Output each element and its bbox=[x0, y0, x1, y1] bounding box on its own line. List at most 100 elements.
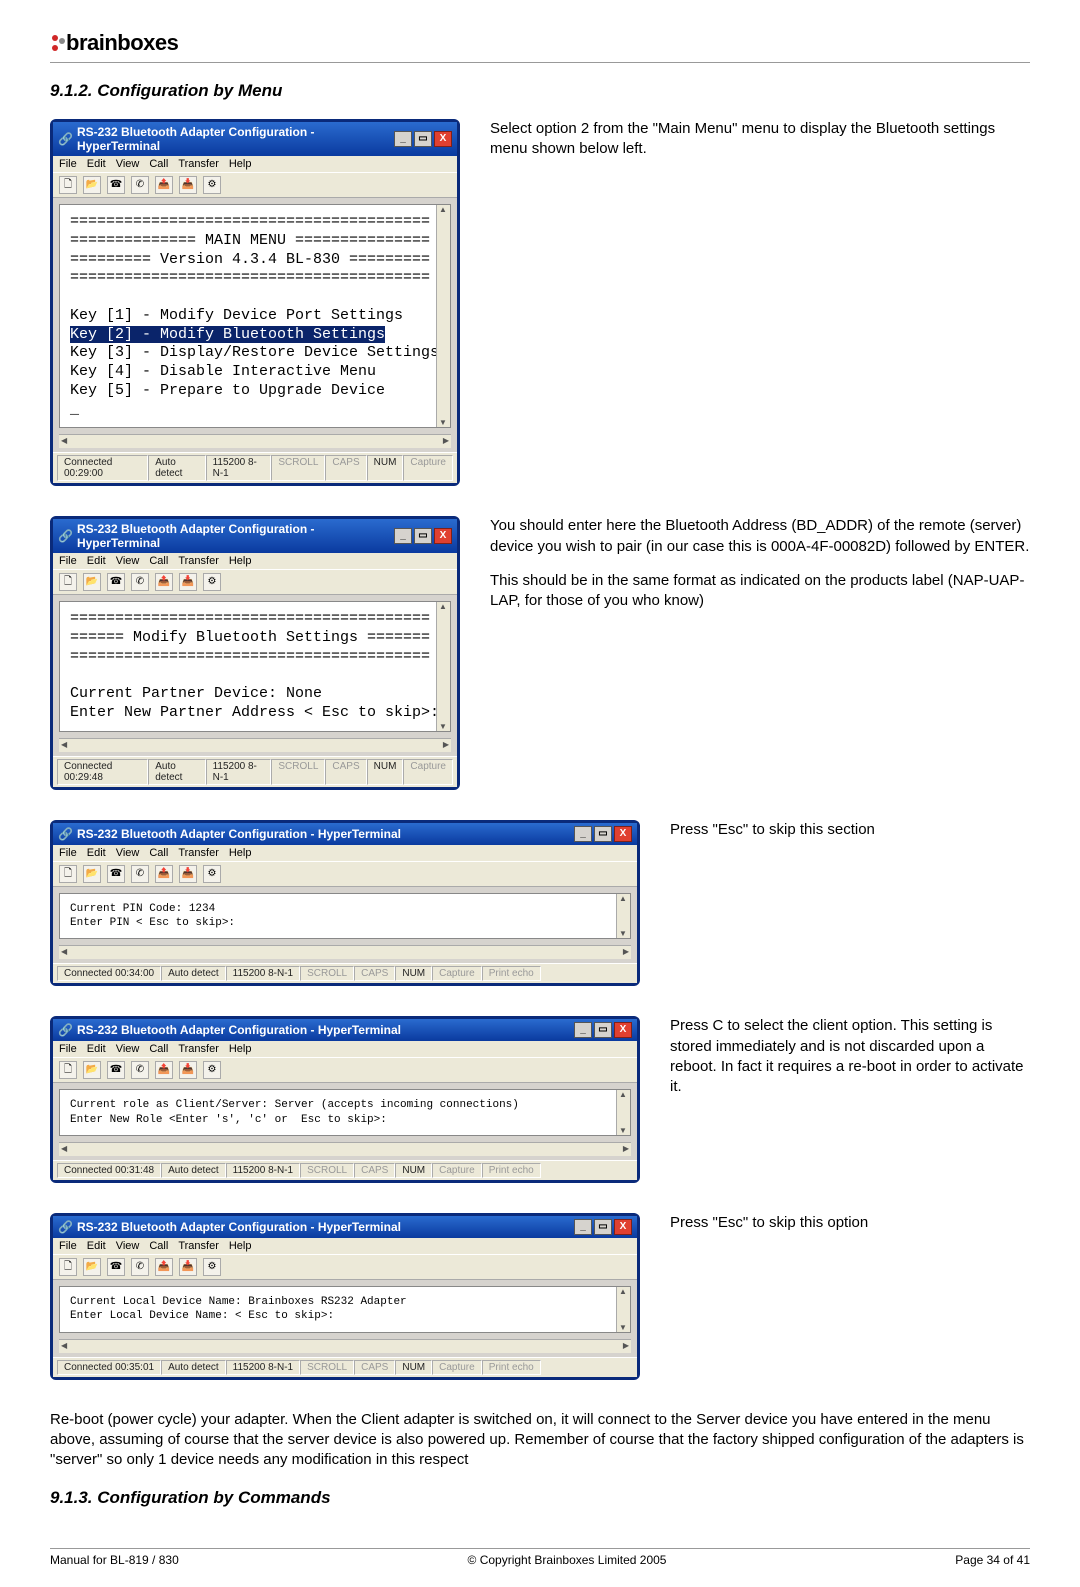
close-button[interactable]: X bbox=[614, 1022, 632, 1038]
minimize-button[interactable]: _ bbox=[394, 528, 412, 544]
menu-edit[interactable]: Edit bbox=[87, 555, 106, 567]
send-icon[interactable]: 📤 bbox=[155, 573, 173, 591]
horizontal-scrollbar[interactable] bbox=[59, 738, 451, 752]
connect-icon[interactable]: ☎ bbox=[107, 1258, 125, 1276]
menu-view[interactable]: View bbox=[116, 847, 140, 859]
maximize-button[interactable]: ▭ bbox=[414, 131, 432, 147]
close-button[interactable]: X bbox=[434, 131, 452, 147]
properties-icon[interactable]: ⚙ bbox=[203, 573, 221, 591]
minimize-button[interactable]: _ bbox=[574, 1022, 592, 1038]
terminal-pane[interactable]: ========================================… bbox=[59, 601, 451, 732]
vertical-scrollbar[interactable] bbox=[616, 1287, 630, 1332]
status-auto: Auto detect bbox=[161, 966, 226, 981]
menu-view[interactable]: View bbox=[116, 555, 140, 567]
close-button[interactable]: X bbox=[614, 1219, 632, 1235]
disconnect-icon[interactable]: ✆ bbox=[131, 865, 149, 883]
menu-transfer[interactable]: Transfer bbox=[178, 555, 219, 567]
menu-help[interactable]: Help bbox=[229, 555, 252, 567]
properties-icon[interactable]: ⚙ bbox=[203, 1061, 221, 1079]
properties-icon[interactable]: ⚙ bbox=[203, 865, 221, 883]
connect-icon[interactable]: ☎ bbox=[107, 176, 125, 194]
receive-icon[interactable]: 📥 bbox=[179, 176, 197, 194]
menu-call[interactable]: Call bbox=[149, 1043, 168, 1055]
vertical-scrollbar[interactable] bbox=[616, 1090, 630, 1135]
disconnect-icon[interactable]: ✆ bbox=[131, 573, 149, 591]
new-file-icon[interactable]: 🗋 bbox=[59, 865, 77, 883]
properties-icon[interactable]: ⚙ bbox=[203, 1258, 221, 1276]
vertical-scrollbar[interactable] bbox=[616, 894, 630, 939]
receive-icon[interactable]: 📥 bbox=[179, 865, 197, 883]
minimize-button[interactable]: _ bbox=[394, 131, 412, 147]
properties-icon[interactable]: ⚙ bbox=[203, 176, 221, 194]
menu-call[interactable]: Call bbox=[149, 847, 168, 859]
terminal-pane[interactable]: Current PIN Code: 1234 Enter PIN < Esc t… bbox=[59, 893, 631, 940]
open-icon[interactable]: 📂 bbox=[83, 1061, 101, 1079]
terminal-text: ========================================… bbox=[60, 602, 450, 731]
menu-edit[interactable]: Edit bbox=[87, 158, 106, 170]
close-button[interactable]: X bbox=[614, 826, 632, 842]
menu-help[interactable]: Help bbox=[229, 1240, 252, 1252]
receive-icon[interactable]: 📥 bbox=[179, 1061, 197, 1079]
menu-transfer[interactable]: Transfer bbox=[178, 847, 219, 859]
menu-file[interactable]: File bbox=[59, 555, 77, 567]
connect-icon[interactable]: ☎ bbox=[107, 865, 125, 883]
menu-help[interactable]: Help bbox=[229, 847, 252, 859]
disconnect-icon[interactable]: ✆ bbox=[131, 1258, 149, 1276]
menu-edit[interactable]: Edit bbox=[87, 1043, 106, 1055]
menu-view[interactable]: View bbox=[116, 1043, 140, 1055]
menu-transfer[interactable]: Transfer bbox=[178, 1240, 219, 1252]
terminal-pane[interactable]: Current role as Client/Server: Server (a… bbox=[59, 1089, 631, 1136]
open-icon[interactable]: 📂 bbox=[83, 573, 101, 591]
status-auto: Auto detect bbox=[161, 1163, 226, 1178]
menu-call[interactable]: Call bbox=[149, 1240, 168, 1252]
menu-help[interactable]: Help bbox=[229, 1043, 252, 1055]
maximize-button[interactable]: ▭ bbox=[594, 1219, 612, 1235]
menu-file[interactable]: File bbox=[59, 1240, 77, 1252]
connect-icon[interactable]: ☎ bbox=[107, 1061, 125, 1079]
menu-call[interactable]: Call bbox=[149, 158, 168, 170]
horizontal-scrollbar[interactable] bbox=[59, 1339, 631, 1353]
horizontal-scrollbar[interactable] bbox=[59, 1142, 631, 1156]
send-icon[interactable]: 📤 bbox=[155, 1258, 173, 1276]
send-icon[interactable]: 📤 bbox=[155, 176, 173, 194]
minimize-button[interactable]: _ bbox=[574, 1219, 592, 1235]
send-icon[interactable]: 📤 bbox=[155, 1061, 173, 1079]
open-icon[interactable]: 📂 bbox=[83, 1258, 101, 1276]
menu-edit[interactable]: Edit bbox=[87, 1240, 106, 1252]
maximize-button[interactable]: ▭ bbox=[594, 1022, 612, 1038]
menu-edit[interactable]: Edit bbox=[87, 847, 106, 859]
menu-call[interactable]: Call bbox=[149, 555, 168, 567]
disconnect-icon[interactable]: ✆ bbox=[131, 1061, 149, 1079]
disconnect-icon[interactable]: ✆ bbox=[131, 176, 149, 194]
send-icon[interactable]: 📤 bbox=[155, 865, 173, 883]
receive-icon[interactable]: 📥 bbox=[179, 573, 197, 591]
terminal-pane[interactable]: Current Local Device Name: Brainboxes RS… bbox=[59, 1286, 631, 1333]
maximize-button[interactable]: ▭ bbox=[594, 826, 612, 842]
horizontal-scrollbar[interactable] bbox=[59, 434, 451, 448]
maximize-button[interactable]: ▭ bbox=[414, 528, 432, 544]
menu-file[interactable]: File bbox=[59, 1043, 77, 1055]
connect-icon[interactable]: ☎ bbox=[107, 573, 125, 591]
terminal-pane[interactable]: ========================================… bbox=[59, 204, 451, 428]
close-button[interactable]: X bbox=[434, 528, 452, 544]
open-icon[interactable]: 📂 bbox=[83, 176, 101, 194]
new-file-icon[interactable]: 🗋 bbox=[59, 573, 77, 591]
menu-file[interactable]: File bbox=[59, 847, 77, 859]
status-print: Print echo bbox=[482, 1360, 541, 1375]
menu-file[interactable]: File bbox=[59, 158, 77, 170]
menu-help[interactable]: Help bbox=[229, 158, 252, 170]
status-connected: Connected 00:34:00 bbox=[57, 966, 161, 981]
receive-icon[interactable]: 📥 bbox=[179, 1258, 197, 1276]
horizontal-scrollbar[interactable] bbox=[59, 945, 631, 959]
menu-view[interactable]: View bbox=[116, 158, 140, 170]
vertical-scrollbar[interactable] bbox=[436, 205, 450, 427]
menu-transfer[interactable]: Transfer bbox=[178, 1043, 219, 1055]
new-file-icon[interactable]: 🗋 bbox=[59, 176, 77, 194]
menu-view[interactable]: View bbox=[116, 1240, 140, 1252]
minimize-button[interactable]: _ bbox=[574, 826, 592, 842]
new-file-icon[interactable]: 🗋 bbox=[59, 1061, 77, 1079]
menu-transfer[interactable]: Transfer bbox=[178, 158, 219, 170]
new-file-icon[interactable]: 🗋 bbox=[59, 1258, 77, 1276]
open-icon[interactable]: 📂 bbox=[83, 865, 101, 883]
vertical-scrollbar[interactable] bbox=[436, 602, 450, 731]
